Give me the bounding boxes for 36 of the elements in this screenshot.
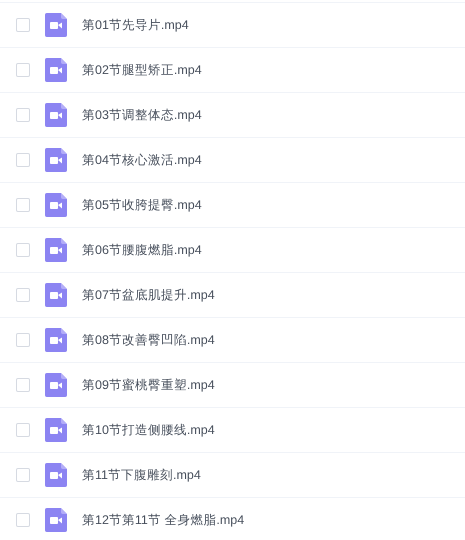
- checkbox[interactable]: [16, 18, 30, 32]
- checkbox[interactable]: [16, 378, 30, 392]
- checkbox[interactable]: [16, 423, 30, 437]
- file-name[interactable]: 第07节盆底肌提升.mp4: [82, 286, 215, 304]
- video-file-icon: [45, 328, 67, 352]
- checkbox[interactable]: [16, 63, 30, 77]
- checkbox[interactable]: [16, 153, 30, 167]
- file-name[interactable]: 第12节第11节 全身燃脂.mp4: [82, 510, 244, 530]
- file-name[interactable]: 第02节腿型矫正.mp4: [82, 60, 202, 80]
- file-name[interactable]: 第05节收胯提臀.mp4: [82, 196, 202, 214]
- checkbox[interactable]: [16, 108, 30, 122]
- video-file-icon: [45, 283, 67, 307]
- checkbox[interactable]: [16, 288, 30, 302]
- video-file-icon: [45, 238, 67, 262]
- file-name[interactable]: 第03节调整体态.mp4: [82, 106, 202, 124]
- file-name[interactable]: 第01节先导片.mp4: [82, 16, 189, 34]
- video-file-icon: [45, 103, 67, 127]
- file-name[interactable]: 第08节改善臀凹陷.mp4: [82, 330, 215, 350]
- video-file-icon: [45, 508, 67, 532]
- video-file-icon: [45, 193, 67, 217]
- video-file-icon: [45, 418, 67, 442]
- video-file-icon: [45, 373, 67, 397]
- checkbox[interactable]: [16, 468, 30, 482]
- checkbox[interactable]: [16, 513, 30, 527]
- checkbox[interactable]: [16, 243, 30, 257]
- file-name[interactable]: 第04节核心激活.mp4: [82, 150, 202, 170]
- file-name[interactable]: 第09节蜜桃臀重塑.mp4: [82, 376, 215, 394]
- file-name[interactable]: 第06节腰腹燃脂.mp4: [82, 240, 202, 260]
- checkbox[interactable]: [16, 198, 30, 212]
- checkbox[interactable]: [16, 333, 30, 347]
- video-file-icon: [45, 463, 67, 487]
- file-name[interactable]: 第10节打造侧腰线.mp4: [82, 420, 215, 440]
- video-file-icon: [45, 58, 67, 82]
- file-name[interactable]: 第11节下腹雕刻.mp4: [82, 466, 201, 484]
- video-file-icon: [45, 148, 67, 172]
- video-file-icon: [45, 13, 67, 37]
